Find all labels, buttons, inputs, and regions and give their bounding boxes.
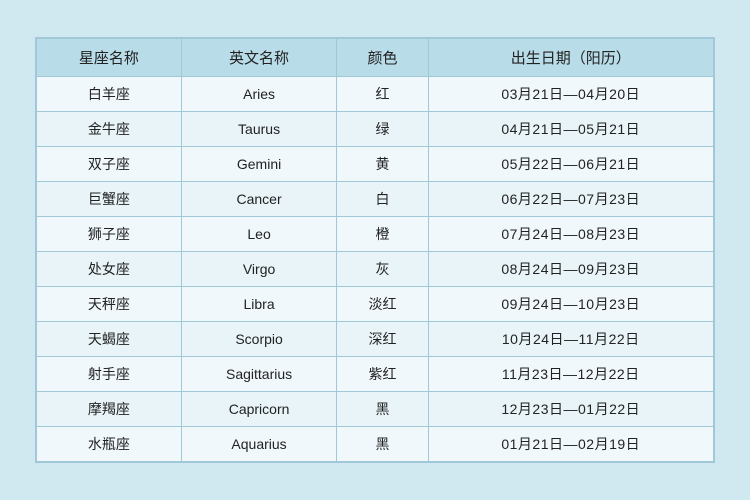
cell-color: 黑 [337, 427, 428, 462]
table-row: 天秤座Libra淡红09月24日—10月23日 [37, 287, 714, 322]
cell-date: 03月21日—04月20日 [428, 77, 713, 112]
cell-color: 淡红 [337, 287, 428, 322]
table-row: 狮子座Leo橙07月24日—08月23日 [37, 217, 714, 252]
cell-date: 11月23日—12月22日 [428, 357, 713, 392]
cell-date: 12月23日—01月22日 [428, 392, 713, 427]
cell-chinese: 双子座 [37, 147, 182, 182]
table-row: 金牛座Taurus绿04月21日—05月21日 [37, 112, 714, 147]
cell-english: Capricorn [181, 392, 337, 427]
cell-chinese: 天蝎座 [37, 322, 182, 357]
cell-chinese: 巨蟹座 [37, 182, 182, 217]
cell-date: 06月22日—07月23日 [428, 182, 713, 217]
cell-date: 10月24日—11月22日 [428, 322, 713, 357]
cell-date: 05月22日—06月21日 [428, 147, 713, 182]
col-header-date: 出生日期（阳历） [428, 39, 713, 77]
cell-date: 01月21日—02月19日 [428, 427, 713, 462]
cell-chinese: 射手座 [37, 357, 182, 392]
table-row: 处女座Virgo灰08月24日—09月23日 [37, 252, 714, 287]
col-header-color: 颜色 [337, 39, 428, 77]
table-row: 双子座Gemini黄05月22日—06月21日 [37, 147, 714, 182]
cell-english: Scorpio [181, 322, 337, 357]
zodiac-table: 星座名称 英文名称 颜色 出生日期（阳历） 白羊座Aries红03月21日—04… [36, 38, 714, 462]
cell-chinese: 天秤座 [37, 287, 182, 322]
table-row: 白羊座Aries红03月21日—04月20日 [37, 77, 714, 112]
cell-color: 黑 [337, 392, 428, 427]
cell-date: 04月21日—05月21日 [428, 112, 713, 147]
cell-color: 黄 [337, 147, 428, 182]
cell-english: Taurus [181, 112, 337, 147]
cell-color: 紫红 [337, 357, 428, 392]
cell-color: 橙 [337, 217, 428, 252]
cell-chinese: 水瓶座 [37, 427, 182, 462]
cell-date: 07月24日—08月23日 [428, 217, 713, 252]
table-row: 摩羯座Capricorn黑12月23日—01月22日 [37, 392, 714, 427]
table-body: 白羊座Aries红03月21日—04月20日金牛座Taurus绿04月21日—0… [37, 77, 714, 462]
cell-chinese: 摩羯座 [37, 392, 182, 427]
cell-chinese: 白羊座 [37, 77, 182, 112]
cell-date: 08月24日—09月23日 [428, 252, 713, 287]
cell-english: Gemini [181, 147, 337, 182]
cell-english: Virgo [181, 252, 337, 287]
cell-color: 灰 [337, 252, 428, 287]
cell-chinese: 狮子座 [37, 217, 182, 252]
cell-english: Aries [181, 77, 337, 112]
table-row: 天蝎座Scorpio深红10月24日—11月22日 [37, 322, 714, 357]
col-header-english: 英文名称 [181, 39, 337, 77]
zodiac-table-container: 星座名称 英文名称 颜色 出生日期（阳历） 白羊座Aries红03月21日—04… [35, 37, 715, 463]
cell-english: Cancer [181, 182, 337, 217]
cell-color: 白 [337, 182, 428, 217]
cell-english: Aquarius [181, 427, 337, 462]
cell-english: Libra [181, 287, 337, 322]
cell-color: 深红 [337, 322, 428, 357]
cell-color: 绿 [337, 112, 428, 147]
cell-english: Leo [181, 217, 337, 252]
table-row: 射手座Sagittarius紫红11月23日—12月22日 [37, 357, 714, 392]
cell-date: 09月24日—10月23日 [428, 287, 713, 322]
cell-chinese: 处女座 [37, 252, 182, 287]
table-row: 巨蟹座Cancer白06月22日—07月23日 [37, 182, 714, 217]
col-header-chinese: 星座名称 [37, 39, 182, 77]
cell-chinese: 金牛座 [37, 112, 182, 147]
cell-english: Sagittarius [181, 357, 337, 392]
cell-color: 红 [337, 77, 428, 112]
table-row: 水瓶座Aquarius黑01月21日—02月19日 [37, 427, 714, 462]
table-header-row: 星座名称 英文名称 颜色 出生日期（阳历） [37, 39, 714, 77]
